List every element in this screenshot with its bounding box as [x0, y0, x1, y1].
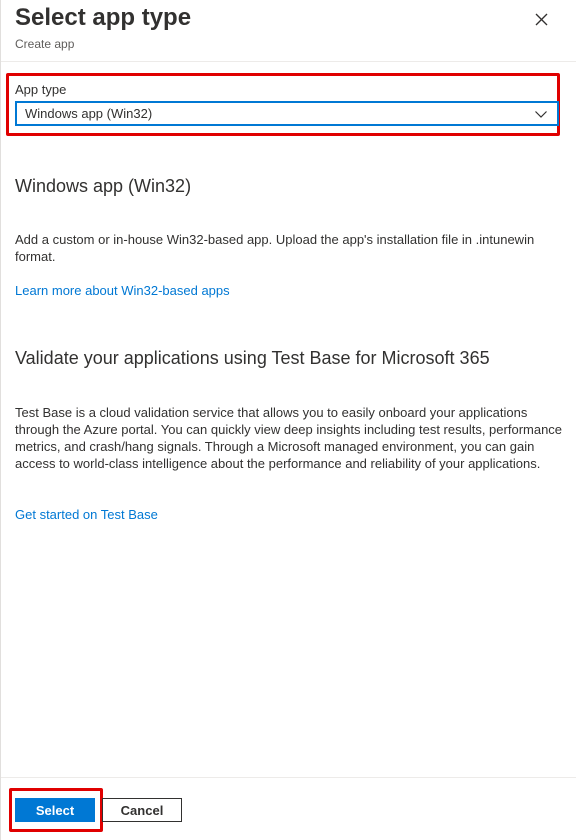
- app-type-dropdown[interactable]: Windows app (Win32): [15, 101, 559, 126]
- app-type-label: App type: [15, 82, 67, 97]
- cancel-button[interactable]: Cancel: [102, 798, 182, 822]
- win32-heading: Windows app (Win32): [15, 176, 192, 196]
- page-subtitle: Create app: [15, 37, 75, 51]
- close-icon: [535, 13, 548, 26]
- select-button[interactable]: Select: [15, 798, 95, 822]
- app-type-selected-value: Windows app (Win32): [25, 106, 153, 121]
- panel-header: Select app type Create app: [1, 0, 576, 62]
- select-app-type-panel: Select app type Create app App type Wind…: [0, 0, 576, 840]
- close-button[interactable]: [530, 8, 554, 32]
- win32-description: Add a custom or in-house Win32-based app…: [15, 232, 535, 264]
- learn-more-win32-link[interactable]: Learn more about Win32-based apps: [15, 283, 230, 298]
- get-started-testbase-link[interactable]: Get started on Test Base: [15, 507, 158, 522]
- testbase-heading: Validate your applications using Test Ba…: [15, 348, 490, 368]
- testbase-description: Test Base is a cloud validation service …: [15, 405, 563, 471]
- chevron-down-icon: [535, 111, 547, 118]
- page-title: Select app type: [15, 4, 192, 31]
